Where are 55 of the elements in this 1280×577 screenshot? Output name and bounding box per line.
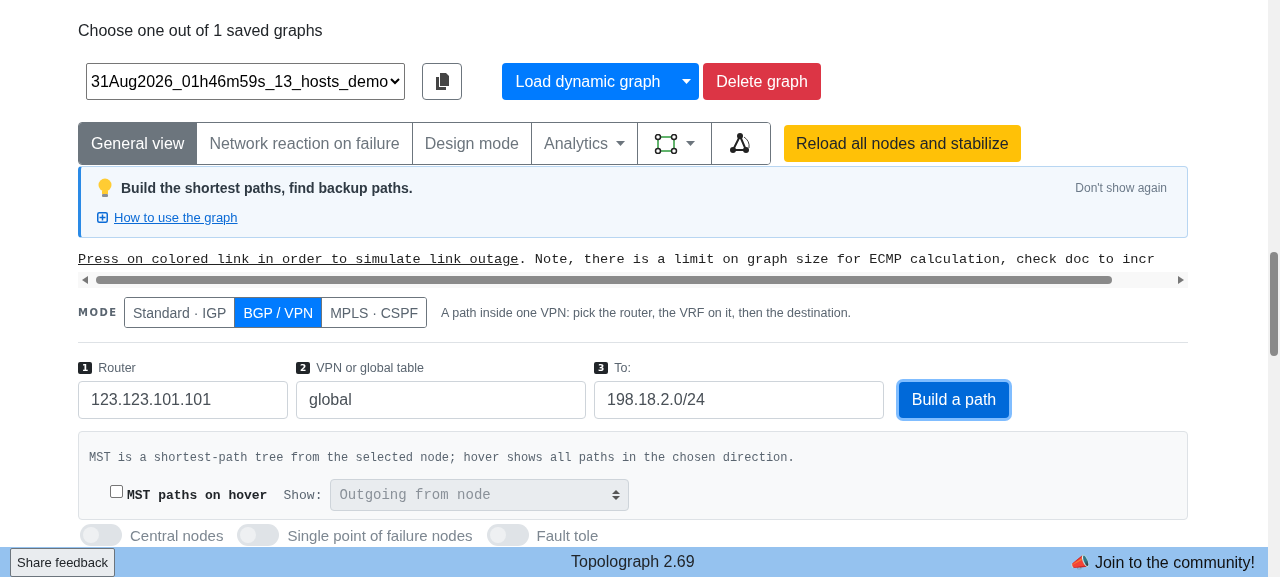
step-number: 2 xyxy=(296,362,311,374)
mode-label: MODE xyxy=(78,307,119,318)
feedback-button[interactable]: Share feedback xyxy=(10,547,116,577)
plus-square-icon xyxy=(97,212,108,223)
toggle-label: Single point of failure nodes xyxy=(287,526,473,544)
mode-option[interactable]: MPLS · CSPF xyxy=(321,298,427,327)
horizontal-scrollbar[interactable] xyxy=(78,272,1188,288)
vertical-scrollbar[interactable] xyxy=(1268,0,1280,577)
toggle-switch[interactable] xyxy=(237,524,280,546)
path-input[interactable]: 198.18.2.0/24 xyxy=(594,381,884,419)
reload-button[interactable]: Reload all nodes and stabilize xyxy=(784,125,1021,162)
how-to-link[interactable]: How to use the graph xyxy=(114,210,238,225)
scroll-right-icon[interactable] xyxy=(1178,276,1184,284)
direction-select[interactable]: Outgoing from node xyxy=(330,479,630,511)
field-label: Router xyxy=(98,361,136,375)
mst-description: MST is a shortest-path tree from the selected node; hover shows all paths in the chosen direction. xyxy=(89,451,796,465)
copy-icon xyxy=(435,73,449,90)
step-number: 1 xyxy=(78,362,93,374)
mode-option[interactable]: BGP / VPN xyxy=(234,298,322,327)
layout-button[interactable] xyxy=(711,123,770,164)
load-graph-button[interactable]: Load dynamic graph xyxy=(502,63,673,100)
toggle-switch[interactable] xyxy=(80,524,122,546)
dismiss-link[interactable]: Don't show again xyxy=(1075,181,1167,195)
community-link[interactable]: 📣 Join to the community! xyxy=(1070,552,1255,572)
toggle-label: Central nodes xyxy=(130,526,224,544)
lightbulb-icon xyxy=(97,178,113,198)
chevron-down-icon xyxy=(390,78,400,85)
square-nodes-icon xyxy=(654,133,678,154)
field-label: VPN or global table xyxy=(316,361,424,375)
tip-title: Build the shortest paths, find backup paths. xyxy=(121,180,413,196)
page-heading: Choose one out of 1 saved graphs xyxy=(78,21,324,41)
build-path-button[interactable]: Build a path xyxy=(899,382,1009,418)
version-text: Topolograph 2.69 xyxy=(571,553,695,571)
show-label: Show: xyxy=(283,487,323,503)
sort-arrows-icon xyxy=(612,489,621,501)
mode-description: A path inside one VPN: pick the router, the VRF on it, then the destination. xyxy=(441,305,852,320)
toggle-switch[interactable] xyxy=(486,524,529,546)
caret-icon xyxy=(616,141,625,146)
mst-checkbox[interactable] xyxy=(110,484,123,498)
caret-icon xyxy=(686,141,695,146)
caret-icon xyxy=(681,79,691,84)
field-label: To: xyxy=(614,361,631,375)
scroll-left-icon[interactable] xyxy=(82,276,88,284)
step-number: 3 xyxy=(594,362,609,374)
checkbox-label: MST paths on hover xyxy=(127,487,268,503)
path-input[interactable]: global xyxy=(296,381,586,419)
view-tab[interactable]: General view xyxy=(79,123,197,164)
load-options-toggle[interactable] xyxy=(673,63,699,100)
copy-button[interactable] xyxy=(422,63,462,100)
graph-select[interactable]: 31Aug2026_01h46m59s_13_hosts_demo xyxy=(86,63,405,100)
path-input[interactable]: 123.123.101.101 xyxy=(78,381,288,419)
delete-graph-button[interactable]: Delete graph xyxy=(703,63,821,100)
toggle-label: Fault tole xyxy=(536,526,599,544)
outage-link[interactable]: Press on colored link in order to simulate link outage xyxy=(78,252,519,267)
hint-text: Press on colored link in order to simulate link outage. Note, there is a limit on graph size for ECMP calculation, check doc to incr xyxy=(78,251,1156,269)
